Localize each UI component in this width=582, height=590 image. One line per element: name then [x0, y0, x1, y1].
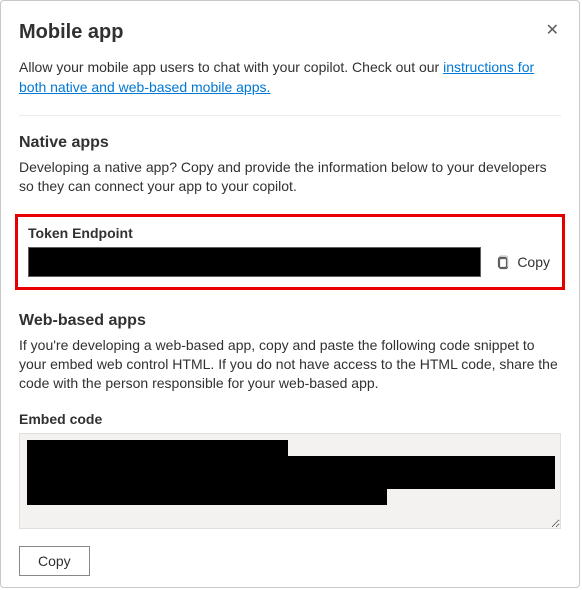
- page-title: Mobile app: [19, 21, 123, 44]
- intro-text-before: Allow your mobile app users to chat with…: [19, 59, 443, 75]
- divider: [19, 115, 561, 116]
- close-icon[interactable]: ✕: [544, 21, 561, 41]
- redaction-block: [27, 489, 387, 505]
- embed-code-container: [19, 433, 561, 546]
- web-apps-title: Web-based apps: [19, 312, 561, 330]
- token-endpoint-label: Token Endpoint: [28, 225, 552, 241]
- token-endpoint-highlight: Token Endpoint Copy: [15, 214, 565, 290]
- redaction-block: [27, 456, 555, 489]
- native-apps-description: Developing a native app? Copy and provid…: [19, 158, 561, 196]
- mobile-app-panel: Mobile app ✕ Allow your mobile app users…: [0, 0, 580, 588]
- copy-token-label: Copy: [517, 254, 550, 270]
- redaction-block: [27, 440, 288, 456]
- copy-token-button[interactable]: Copy: [493, 250, 552, 274]
- intro-text: Allow your mobile app users to chat with…: [19, 58, 561, 97]
- copy-icon: [495, 254, 511, 270]
- copy-embed-button[interactable]: Copy: [19, 546, 90, 576]
- embed-code-label: Embed code: [19, 411, 561, 427]
- token-endpoint-input[interactable]: [28, 247, 481, 277]
- native-apps-title: Native apps: [19, 134, 561, 152]
- panel-header: Mobile app ✕: [19, 21, 561, 44]
- token-endpoint-row: Copy: [28, 247, 552, 277]
- web-apps-description: If you're developing a web-based app, co…: [19, 336, 561, 393]
